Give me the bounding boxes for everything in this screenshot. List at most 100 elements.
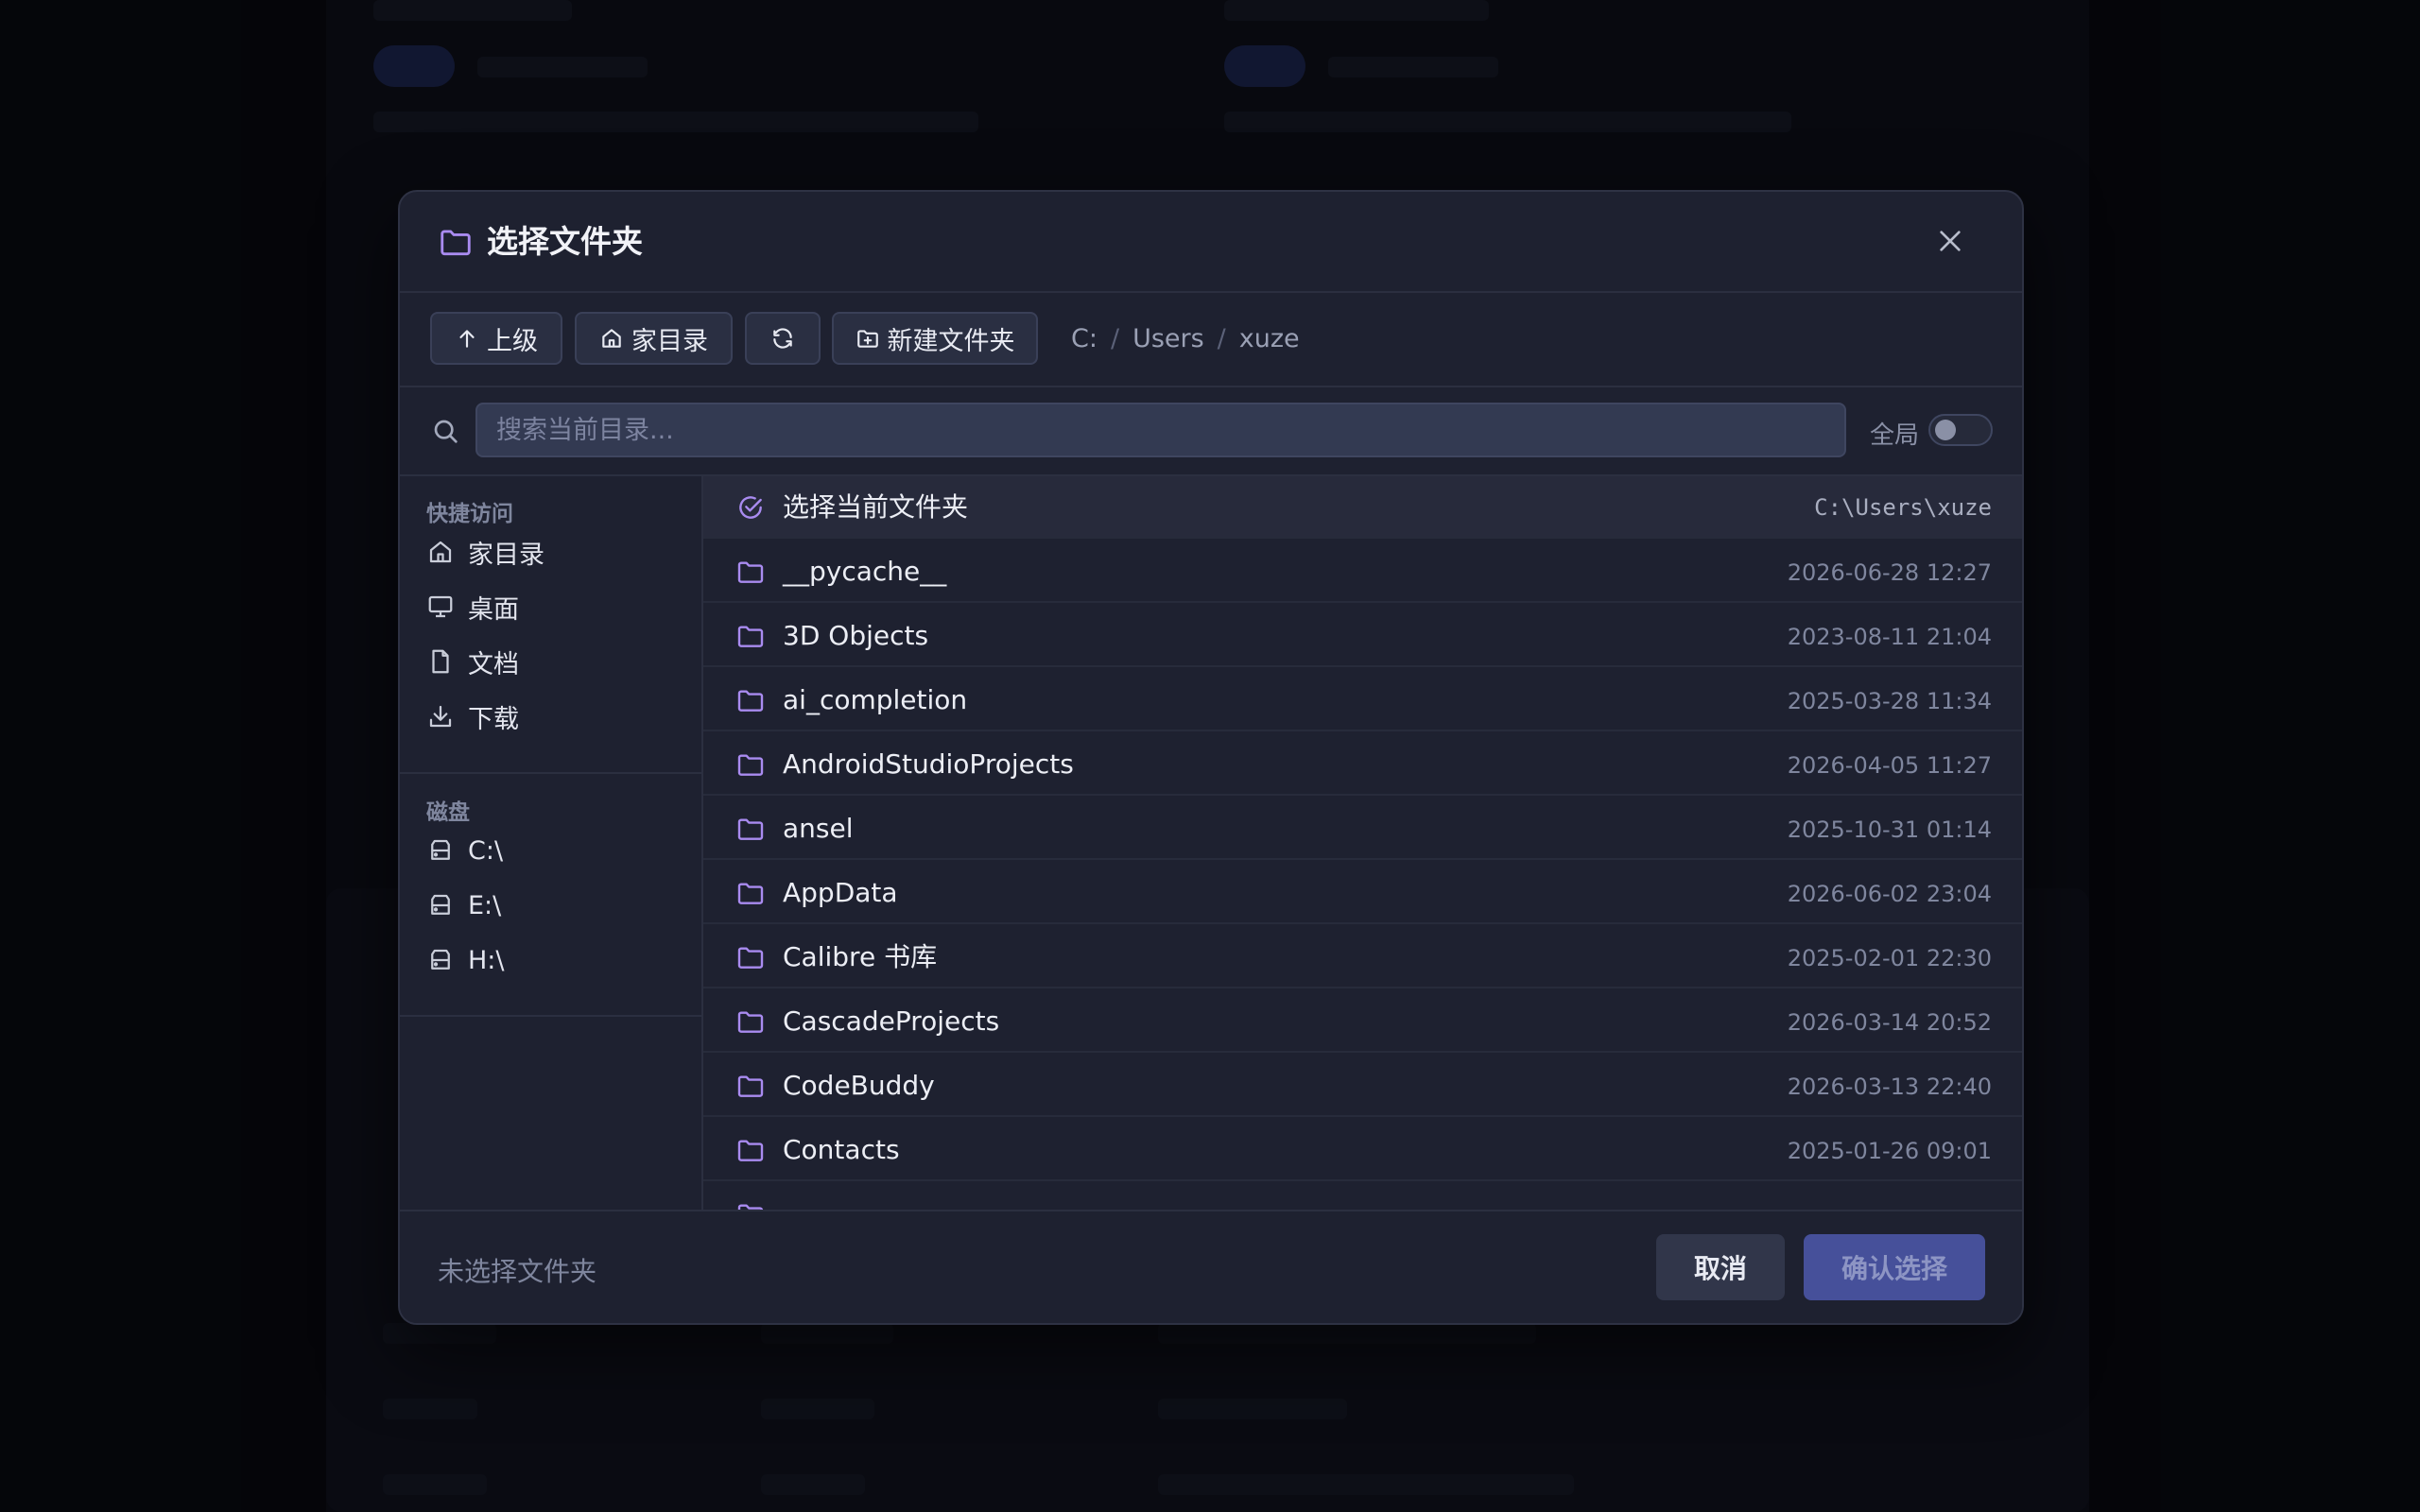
monitor-icon	[428, 595, 453, 618]
folder-name: ansel	[783, 813, 854, 844]
sidebar-item-label: E:\	[468, 890, 502, 920]
sidebar-item-label: H:\	[468, 945, 505, 975]
sidebar-item-drive-h[interactable]: H:\	[417, 936, 691, 985]
global-search-label: 全局	[1870, 421, 1920, 450]
folder-row[interactable]: 3D Objects 2023-08-11 21:04	[703, 605, 2022, 667]
folder-modified-date: 2025-02-01 22:30	[1787, 945, 1992, 971]
folder-icon	[737, 1075, 764, 1097]
folder-icon	[737, 626, 764, 647]
sidebar-item-desktop[interactable]: 桌面	[417, 582, 691, 631]
sidebar-item-drive-c[interactable]: C:\	[417, 826, 691, 875]
confirm-button[interactable]: 确认选择	[1804, 1234, 1985, 1300]
folder-name: Calibre 书库	[783, 941, 938, 972]
folder-name: AndroidStudioProjects	[783, 748, 1074, 780]
dialog-title: 选择文件夹	[487, 223, 643, 260]
folder-row[interactable]: CascadeProjects 2026-03-14 20:52	[703, 990, 2022, 1053]
select-current-label: 选择当前文件夹	[783, 491, 969, 523]
folder-name: Contacts	[783, 1134, 900, 1165]
breadcrumb: C: / Users / xuze	[1071, 325, 1300, 353]
global-search-toggle[interactable]	[1928, 414, 1993, 446]
folder-name: ai_completion	[783, 684, 968, 715]
home-icon	[602, 329, 621, 348]
home-label: 家目录	[631, 326, 708, 356]
folder-list: 选择当前文件夹 C:\Users\xuze __pycache__ 2026-06…	[703, 476, 2022, 1210]
breadcrumb-separator: /	[1110, 324, 1120, 353]
folder-icon	[737, 1140, 764, 1161]
select-current-folder-row[interactable]: 选择当前文件夹 C:\Users\xuze	[703, 476, 2022, 539]
folder-icon	[737, 561, 764, 583]
folder-row[interactable]: CodeBuddy 2026-03-13 22:40	[703, 1055, 2022, 1117]
quick-access-title: 快捷访问	[426, 502, 513, 526]
folder-modified-date: 2025-10-31 01:14	[1787, 816, 1992, 843]
search-icon	[434, 420, 458, 443]
toolbar: 上级 家目录 新建文件夹 C: / Users / xuze	[400, 293, 2022, 387]
folder-icon	[737, 1204, 764, 1210]
folder-icon	[737, 690, 764, 712]
folder-modified-date: 2025-03-28 11:34	[1787, 688, 1992, 714]
folder-modified-date: 2026-06-28 12:27	[1787, 559, 1992, 586]
folder-row[interactable]: __pycache__ 2026-06-28 12:27	[703, 541, 2022, 603]
folder-row[interactable]: ai_completion 2025-03-28 11:34	[703, 669, 2022, 731]
sidebar: 快捷访问 家目录 桌面 文档 下载 磁盘 C:\ E:\ H:\	[400, 476, 703, 1210]
folder-modified-date: 2026-04-05 11:27	[1787, 752, 1992, 779]
arrow-up-icon	[459, 330, 475, 348]
folder-row-partial[interactable]	[703, 1183, 2022, 1210]
check-circle-icon	[739, 496, 762, 519]
sidebar-item-label: 家目录	[468, 540, 544, 570]
sidebar-divider	[400, 772, 701, 774]
sidebar-item-downloads[interactable]: 下载	[417, 692, 691, 741]
folder-icon	[441, 230, 471, 256]
folder-name: CodeBuddy	[783, 1070, 935, 1101]
folder-modified-date: 2026-03-13 22:40	[1787, 1074, 1992, 1100]
sidebar-item-drive-e[interactable]: E:\	[417, 881, 691, 930]
toggle-knob	[1935, 420, 1956, 440]
folder-modified-date: 2026-03-14 20:52	[1787, 1009, 1992, 1036]
folder-row[interactable]: Calibre 书库 2025-02-01 22:30	[703, 926, 2022, 988]
close-icon[interactable]	[1935, 226, 1965, 256]
new-folder-label: 新建文件夹	[887, 326, 1015, 356]
up-button[interactable]: 上级	[430, 312, 562, 365]
folder-icon	[737, 754, 764, 776]
folder-name: 3D Objects	[783, 620, 929, 651]
refresh-icon	[773, 328, 792, 349]
breadcrumb-separator: /	[1217, 324, 1226, 353]
folder-modified-date: 2025-01-26 09:01	[1787, 1138, 1992, 1164]
sidebar-item-label: 文档	[468, 649, 519, 679]
sidebar-item-label: 桌面	[468, 594, 519, 625]
drive-icon	[431, 894, 450, 915]
folder-row[interactable]: AndroidStudioProjects 2026-04-05 11:27	[703, 733, 2022, 796]
selection-status: 未选择文件夹	[438, 1256, 597, 1287]
folder-modified-date: 2023-08-11 21:04	[1787, 624, 1992, 650]
refresh-button[interactable]	[745, 312, 821, 365]
home-icon	[429, 541, 452, 563]
folder-picker-dialog: 选择文件夹 上级 家目录 新建文件夹 C: / Users / xuze 搜索当…	[398, 190, 2024, 1325]
new-folder-button[interactable]: 新建文件夹	[832, 312, 1038, 365]
up-label: 上级	[487, 326, 538, 356]
folder-row[interactable]: ansel 2025-10-31 01:14	[703, 798, 2022, 860]
breadcrumb-item-users[interactable]: Users	[1132, 325, 1204, 353]
folder-row[interactable]: Contacts 2025-01-26 09:01	[703, 1119, 2022, 1181]
sidebar-item-home[interactable]: 家目录	[417, 527, 691, 576]
dialog-footer: 未选择文件夹 取消 确认选择	[400, 1210, 2022, 1323]
folder-name: __pycache__	[783, 556, 947, 587]
folder-modified-date: 2026-06-02 23:04	[1787, 881, 1992, 907]
folder-icon	[737, 818, 764, 840]
folder-name: AppData	[783, 877, 898, 908]
breadcrumb-item-c[interactable]: C:	[1071, 325, 1098, 353]
sidebar-item-documents[interactable]: 文档	[417, 637, 691, 686]
download-icon	[429, 705, 452, 728]
search-input[interactable]	[475, 403, 1846, 457]
folder-icon	[737, 1011, 764, 1033]
folder-icon	[737, 883, 764, 904]
sidebar-divider	[400, 1015, 701, 1017]
breadcrumb-item-xuze[interactable]: xuze	[1239, 325, 1300, 353]
cancel-button[interactable]: 取消	[1656, 1234, 1785, 1300]
folder-name: CascadeProjects	[783, 1005, 1000, 1037]
folder-row[interactable]: AppData 2026-06-02 23:04	[703, 862, 2022, 924]
drives-title: 磁盘	[426, 800, 470, 825]
folder-icon	[737, 947, 764, 969]
drive-icon	[431, 839, 450, 860]
drive-icon	[431, 949, 450, 970]
home-button[interactable]: 家目录	[575, 312, 733, 365]
document-icon	[432, 649, 449, 674]
